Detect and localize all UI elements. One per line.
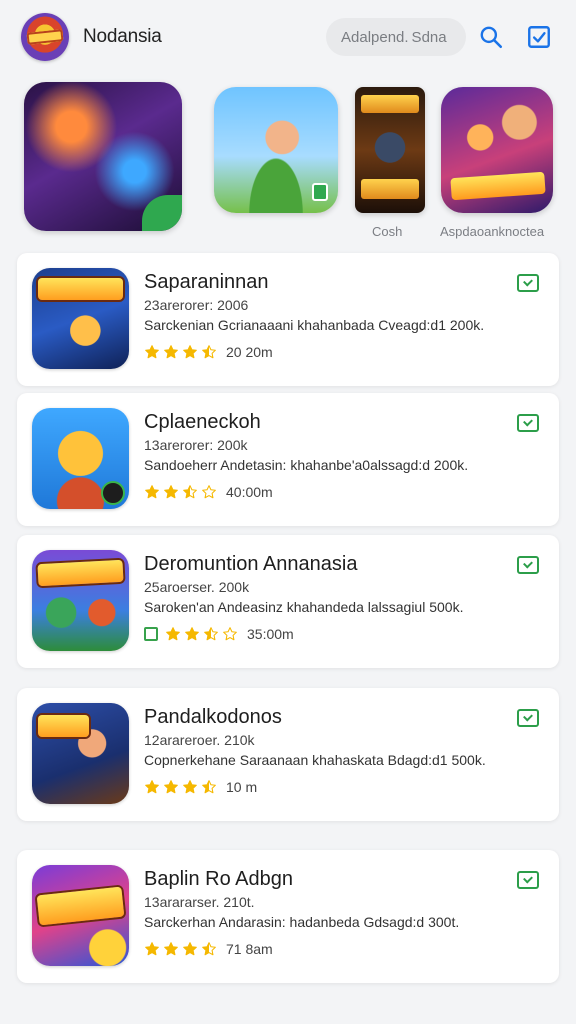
- game-icon: [32, 865, 129, 966]
- logo-art: [450, 171, 546, 201]
- game-meta: 13arararser. 210t.: [144, 894, 255, 910]
- game-description: Copnerkehane Saraanaan khahaskata Bdagd:…: [144, 752, 486, 768]
- star-empty-icon: [223, 627, 237, 641]
- rating-text: 20 20m: [226, 344, 273, 360]
- logo-art: [38, 715, 89, 737]
- star-half-icon: [202, 942, 216, 956]
- star-full-icon: [164, 345, 178, 359]
- star-full-icon: [145, 345, 159, 359]
- game-meta: 25aroerser. 200k: [144, 579, 250, 595]
- app-logo[interactable]: [21, 13, 69, 61]
- game-card[interactable]: Saparaninnan 23arerorer: 2006 Sarckenian…: [17, 253, 559, 386]
- featured-game-1[interactable]: [24, 82, 182, 231]
- game-card[interactable]: Deromuntion Annanasia 25aroerser. 200k S…: [17, 535, 559, 668]
- rating-text: 40:00m: [226, 484, 273, 500]
- badge-icon: [101, 481, 125, 505]
- rating-row: 71 8am: [144, 939, 273, 959]
- star-full-icon: [183, 345, 197, 359]
- install-button[interactable]: [517, 274, 539, 292]
- logo-art: [38, 278, 123, 300]
- install-button[interactable]: [517, 414, 539, 432]
- star-empty-icon: [202, 485, 216, 499]
- star-full-icon: [164, 780, 178, 794]
- rating-row: 40:00m: [144, 482, 273, 502]
- star-full-icon: [145, 942, 159, 956]
- game-title: Deromuntion Annanasia: [144, 553, 358, 575]
- star-full-icon: [145, 485, 159, 499]
- star-full-icon: [185, 627, 199, 641]
- install-button[interactable]: [517, 556, 539, 574]
- app-name: Nodansia: [83, 26, 162, 47]
- game-description: Sarckenian Gcrianaaani khahanbada Cveagd…: [144, 317, 485, 333]
- featured-caption: Cosh: [372, 224, 403, 239]
- game-card[interactable]: Cplaeneckoh 13arerorer: 200k Sandoeherr …: [17, 393, 559, 526]
- star-half-icon: [183, 485, 197, 499]
- search-button[interactable]: [476, 22, 506, 52]
- logo-art: [361, 95, 419, 113]
- game-meta: 13arerorer: 200k: [144, 437, 248, 453]
- featured-caption: Aspdaoanknoctea: [440, 224, 545, 239]
- install-button[interactable]: [517, 709, 539, 727]
- badge-icon: [142, 195, 182, 231]
- game-icon: [32, 703, 129, 804]
- star-full-icon: [145, 780, 159, 794]
- star-full-icon: [164, 942, 178, 956]
- star-full-icon: [183, 780, 197, 794]
- rating-text: 10 m: [226, 779, 258, 795]
- featured-carousel: Cosh Aspdaoanknoctea: [0, 80, 576, 245]
- star-half-icon: [202, 345, 216, 359]
- star-half-icon: [202, 780, 216, 794]
- game-description: Saroken'an Andeasinz khahandeda lalssagi…: [144, 599, 464, 615]
- star-full-icon: [183, 942, 197, 956]
- star-full-icon: [166, 627, 180, 641]
- game-description: Sandoeherr Andetasin: khahanbe'a0alssagd…: [144, 457, 469, 473]
- featured-game-2[interactable]: [214, 87, 338, 213]
- game-description: Sarckerhan Andarasin: hadanbeda Gdsagd:d…: [144, 914, 460, 930]
- rating-row: 20 20m: [144, 342, 273, 362]
- game-icon: [32, 268, 129, 369]
- star-half-icon: [204, 627, 218, 641]
- logo-art: [36, 886, 125, 926]
- game-card[interactable]: Pandalkodonos 12arareroer. 210k Copnerke…: [17, 688, 559, 821]
- logo-art: [361, 179, 419, 199]
- checkbox-icon: [528, 26, 550, 48]
- featured-game-4[interactable]: [441, 87, 553, 213]
- featured-game-3[interactable]: [355, 87, 425, 213]
- game-meta: 12arareroer. 210k: [144, 732, 255, 748]
- rating-row: 35:00m: [144, 624, 294, 644]
- app-header: Nodansia Adalpend. Sdna: [0, 0, 576, 74]
- game-icon: [32, 550, 129, 651]
- game-title: Saparaninnan: [144, 271, 269, 293]
- select-button[interactable]: [524, 22, 554, 52]
- rating-text: 35:00m: [247, 626, 294, 642]
- search-input[interactable]: Adalpend. Sdna: [326, 18, 466, 56]
- logo-art: [37, 559, 124, 587]
- game-title: Baplin Ro Adbgn: [144, 868, 294, 890]
- search-icon: [480, 26, 503, 49]
- badge-icon: [312, 183, 328, 201]
- star-full-icon: [164, 485, 178, 499]
- rating-row: 10 m: [144, 777, 257, 797]
- rating-text: 71 8am: [226, 941, 273, 957]
- badge-icon: [144, 627, 158, 641]
- game-title: Cplaeneckoh: [144, 411, 261, 433]
- game-meta: 23arerorer: 2006: [144, 297, 249, 313]
- install-button[interactable]: [517, 871, 539, 889]
- game-icon: [32, 408, 129, 509]
- game-title: Pandalkodonos: [144, 706, 282, 728]
- game-card[interactable]: Baplin Ro Adbgn 13arararser. 210t. Sarck…: [17, 850, 559, 983]
